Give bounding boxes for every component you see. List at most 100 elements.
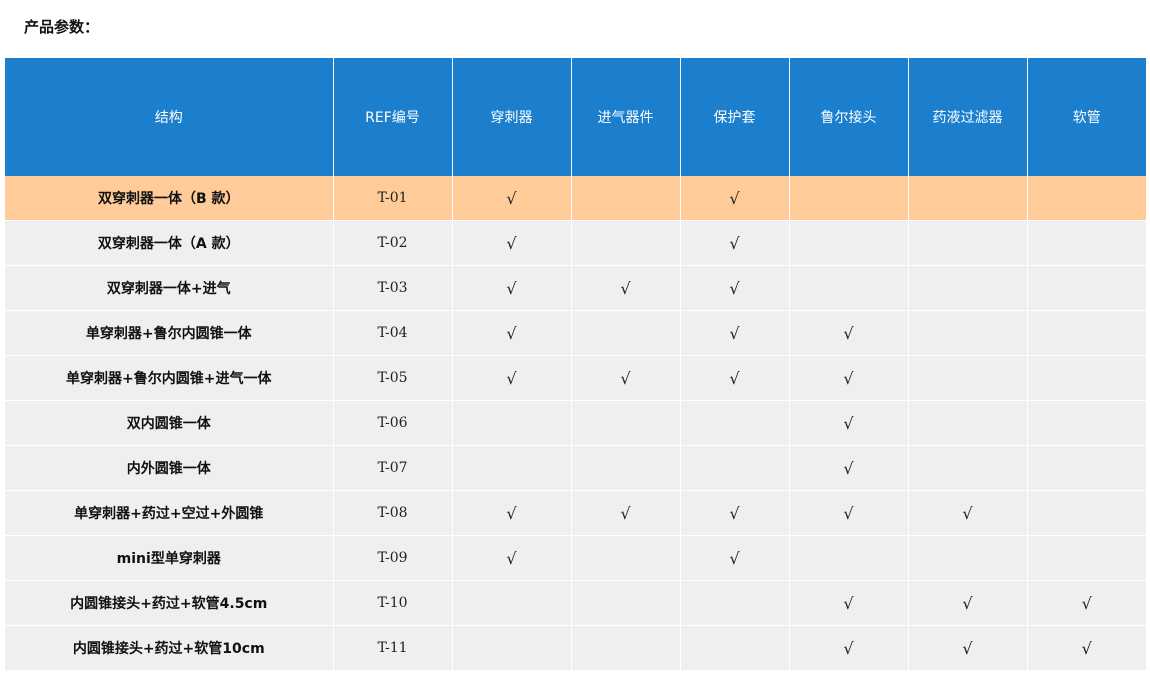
cell-mark (680, 445, 790, 491)
table-header-row: 结构 REF编号 穿刺器 进气器件 保护套 鲁尔接头 药液过滤器 软管 (5, 58, 1146, 176)
cell-mark: √ (908, 580, 1028, 626)
check-icon: √ (843, 458, 854, 478)
table-body: 双穿刺器一体（B 款） T-01 √ √ 双穿刺器一体（A 款） T-02 √ √ 双穿刺器一体… (5, 176, 1146, 671)
cell-structure: 内外圆锥一体 (5, 445, 334, 491)
cell-mark (789, 535, 909, 581)
cell-structure: 双穿刺器一体+进气 (5, 265, 334, 311)
cell-mark (571, 176, 681, 221)
cell-mark: √ (789, 580, 909, 626)
check-icon: √ (843, 593, 854, 613)
cell-structure: 单穿刺器+鲁尔内圆锥+进气一体 (5, 355, 334, 401)
check-icon: √ (729, 323, 740, 343)
cell-mark (452, 580, 572, 626)
check-icon: √ (506, 278, 517, 298)
cell-mark: √ (680, 535, 790, 581)
table-row: 内外圆锥一体 T-07 √ (5, 445, 1146, 491)
table-row: 单穿刺器+鲁尔内圆锥+进气一体 T-05 √ √ √ √ (5, 355, 1146, 401)
cell-mark (1027, 400, 1146, 446)
cell-mark: √ (680, 310, 790, 356)
cell-structure: 双穿刺器一体（B 款） (5, 176, 334, 221)
cell-mark: √ (680, 265, 790, 311)
cell-mark (908, 265, 1028, 311)
cell-mark: √ (452, 220, 572, 266)
column-header-ref: REF编号 (333, 58, 453, 176)
cell-mark (571, 625, 681, 671)
cell-structure: 内圆锥接头+药过+软管4.5cm (5, 580, 334, 626)
cell-mark (571, 580, 681, 626)
cell-mark (571, 535, 681, 581)
cell-ref: T-07 (333, 445, 453, 491)
table-row: 双内圆锥一体 T-06 √ (5, 400, 1146, 446)
cell-mark: √ (1027, 625, 1146, 671)
table-row: 双穿刺器一体（A 款） T-02 √ √ (5, 220, 1146, 266)
table-row: mini型单穿刺器 T-09 √ √ (5, 535, 1146, 581)
cell-mark: √ (789, 490, 909, 536)
check-icon: √ (506, 548, 517, 568)
cell-ref: T-06 (333, 400, 453, 446)
cell-mark: √ (680, 355, 790, 401)
cell-mark (908, 445, 1028, 491)
check-icon: √ (506, 233, 517, 253)
cell-mark: √ (452, 310, 572, 356)
cell-ref: T-03 (333, 265, 453, 311)
cell-mark: √ (789, 310, 909, 356)
cell-mark (908, 176, 1028, 221)
check-icon: √ (1081, 638, 1092, 658)
check-icon: √ (962, 503, 973, 523)
cell-structure: 内圆锥接头+药过+软管10cm (5, 625, 334, 671)
cell-mark (571, 220, 681, 266)
cell-mark (1027, 445, 1146, 491)
cell-mark (908, 220, 1028, 266)
check-icon: √ (620, 368, 631, 388)
cell-mark: √ (452, 490, 572, 536)
cell-mark: √ (908, 490, 1028, 536)
cell-mark: √ (1027, 580, 1146, 626)
cell-mark (1027, 176, 1146, 221)
check-icon: √ (506, 368, 517, 388)
cell-mark (1027, 355, 1146, 401)
page-title: 产品参数： (24, 18, 100, 36)
cell-mark (1027, 310, 1146, 356)
cell-mark (1027, 490, 1146, 536)
cell-mark (789, 265, 909, 311)
cell-mark (789, 220, 909, 266)
cell-ref: T-11 (333, 625, 453, 671)
cell-mark (908, 310, 1028, 356)
check-icon: √ (962, 638, 973, 658)
cell-mark (908, 355, 1028, 401)
cell-mark (1027, 265, 1146, 311)
cell-mark: √ (571, 265, 681, 311)
product-parameter-table: 结构 REF编号 穿刺器 进气器件 保护套 鲁尔接头 药液过滤器 软管 双穿刺器… (5, 58, 1146, 671)
table-row: 双穿刺器一体（B 款） T-01 √ √ (5, 176, 1146, 221)
check-icon: √ (729, 368, 740, 388)
column-header-air-inlet: 进气器件 (571, 58, 681, 176)
cell-mark: √ (452, 535, 572, 581)
cell-mark (680, 625, 790, 671)
cell-ref: T-08 (333, 490, 453, 536)
cell-mark (680, 400, 790, 446)
cell-structure: mini型单穿刺器 (5, 535, 334, 581)
column-header-luer: 鲁尔接头 (789, 58, 909, 176)
cell-mark: √ (908, 625, 1028, 671)
cell-mark (571, 445, 681, 491)
cell-mark: √ (680, 176, 790, 221)
check-icon: √ (843, 503, 854, 523)
cell-mark (571, 400, 681, 446)
cell-mark (908, 400, 1028, 446)
check-icon: √ (620, 278, 631, 298)
check-icon: √ (506, 503, 517, 523)
table-row: 单穿刺器+药过+空过+外圆锥 T-08 √ √ √ √ √ (5, 490, 1146, 536)
check-icon: √ (843, 323, 854, 343)
check-icon: √ (962, 593, 973, 613)
cell-ref: T-02 (333, 220, 453, 266)
check-icon: √ (843, 413, 854, 433)
check-icon: √ (1081, 593, 1092, 613)
check-icon: √ (506, 323, 517, 343)
cell-mark (452, 625, 572, 671)
check-icon: √ (506, 188, 517, 208)
column-header-protective-cap: 保护套 (680, 58, 790, 176)
cell-structure: 双穿刺器一体（A 款） (5, 220, 334, 266)
cell-ref: T-04 (333, 310, 453, 356)
table-row: 内圆锥接头+药过+软管4.5cm T-10 √ √ √ (5, 580, 1146, 626)
cell-mark: √ (789, 445, 909, 491)
